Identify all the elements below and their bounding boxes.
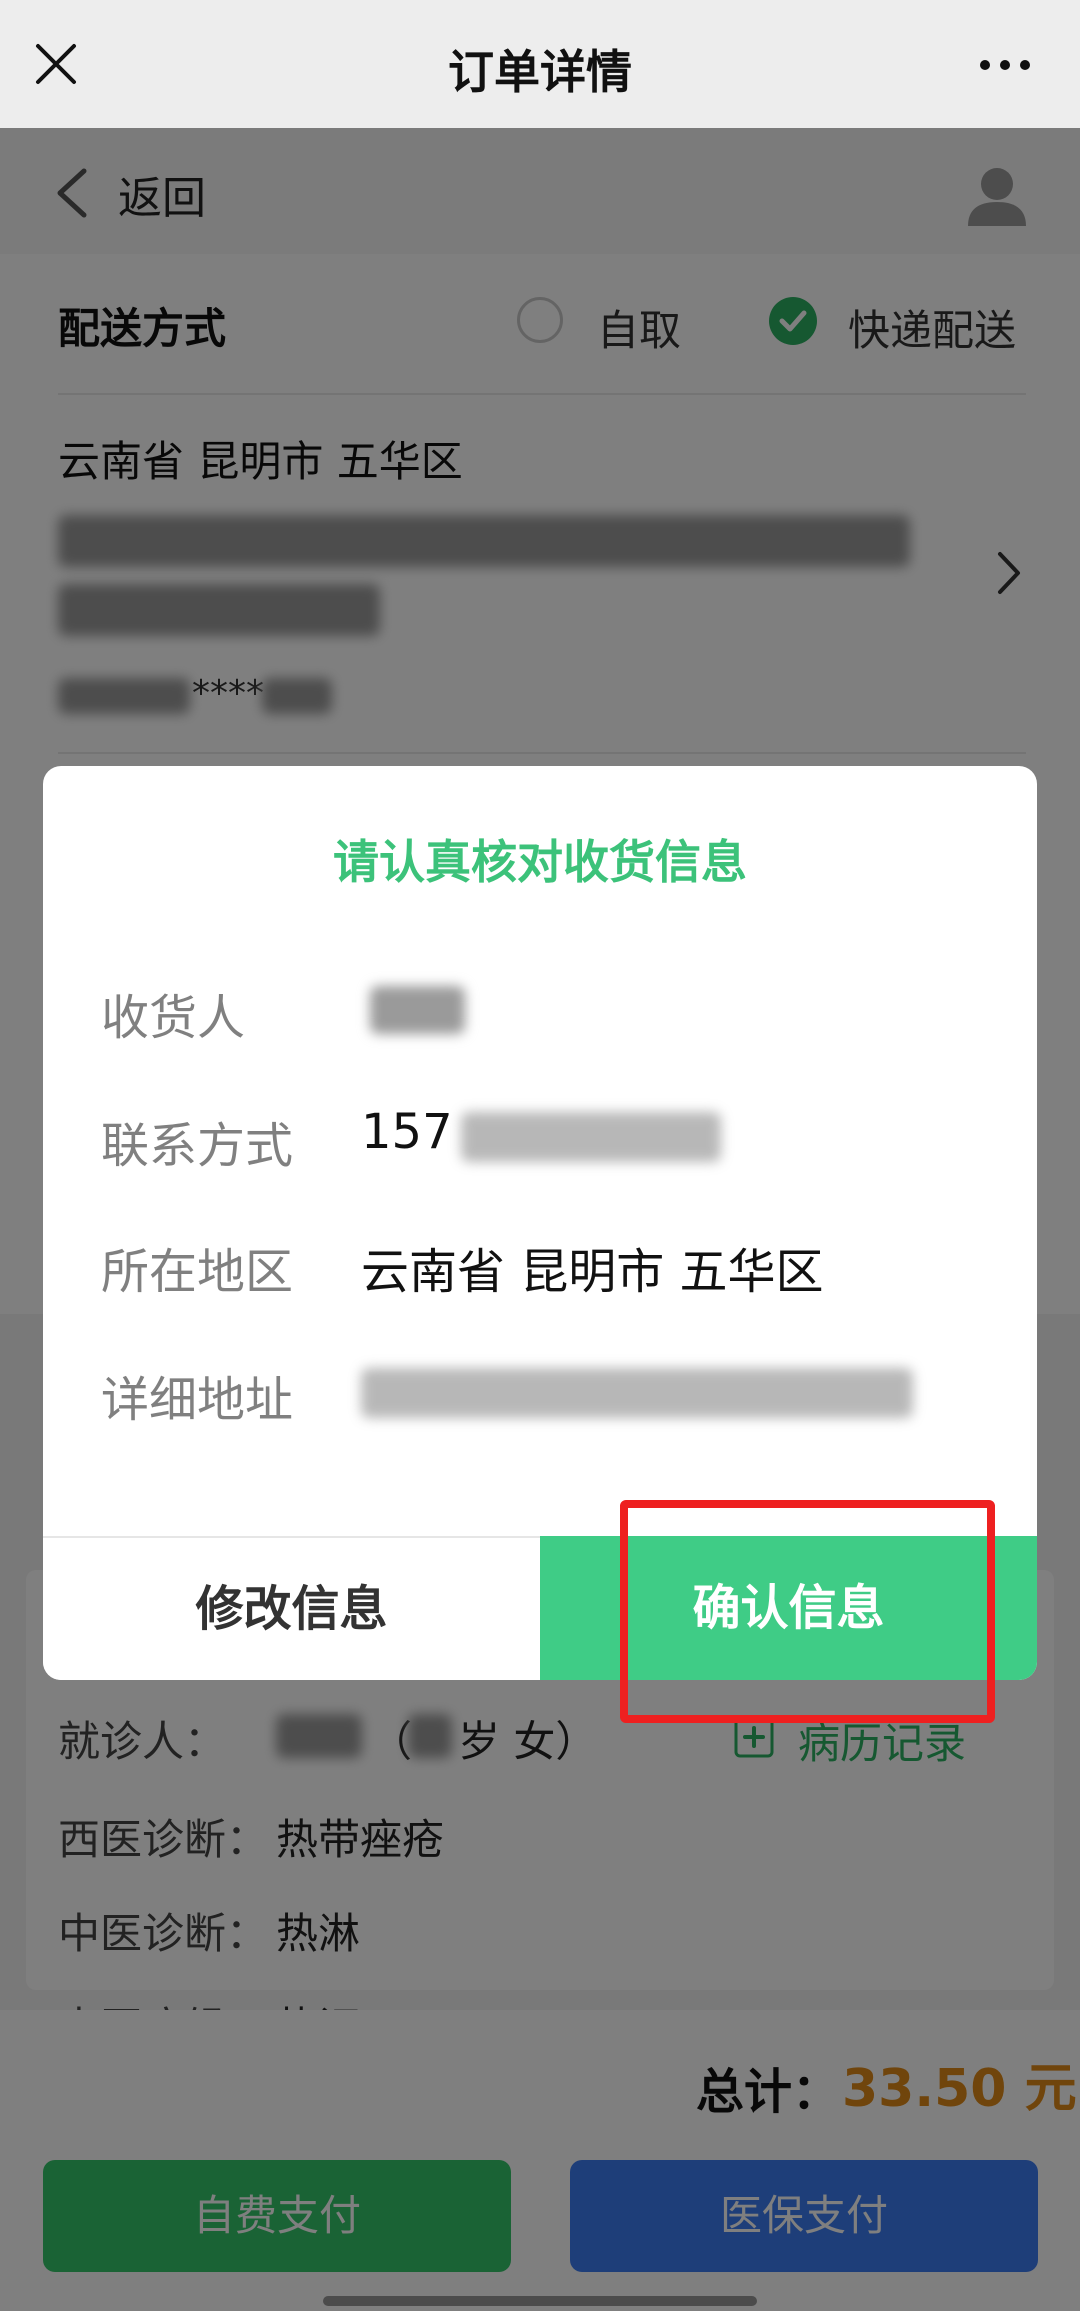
detail-address-label: 详细地址 — [101, 1372, 294, 1428]
detail-address-redacted — [361, 1368, 913, 1418]
more-icon[interactable] — [975, 45, 1035, 85]
consignee-label: 收货人 — [101, 990, 246, 1046]
highlight-box — [620, 1500, 995, 1723]
page-title: 订单详情 — [448, 45, 632, 99]
contact-label: 联系方式 — [101, 1118, 294, 1174]
contact-value: 157 — [361, 1104, 453, 1160]
modify-info-button[interactable]: 修改信息 — [43, 1536, 540, 1680]
region-value: 云南省 昆明市 五华区 — [361, 1244, 824, 1300]
contact-redacted — [461, 1112, 721, 1162]
region-label: 所在地区 — [101, 1244, 294, 1300]
dialog-title: 请认真核对收货信息 — [333, 835, 747, 889]
top-bar: 订单详情 — [0, 0, 1080, 128]
consignee-redacted — [370, 986, 465, 1034]
